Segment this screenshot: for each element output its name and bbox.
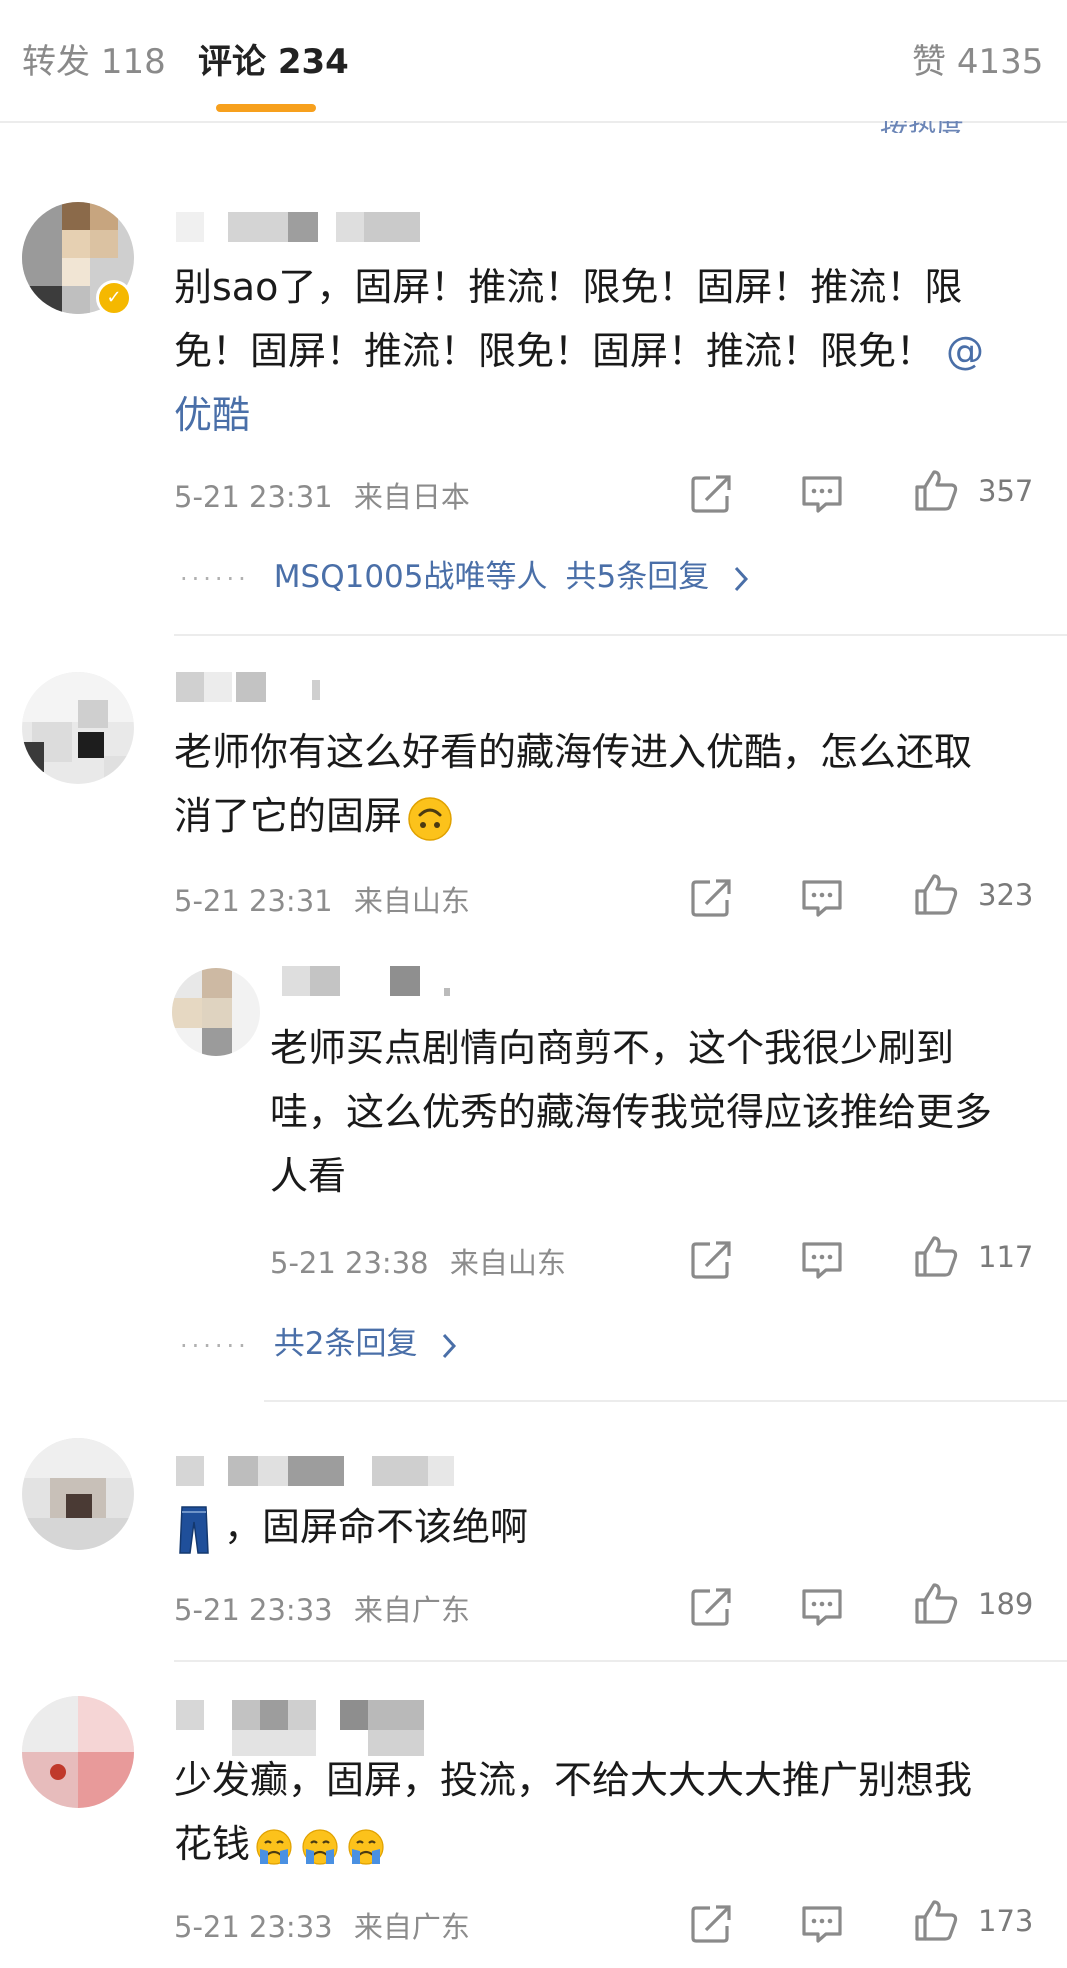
active-tab-indicator [216,104,316,112]
like-icon[interactable] [912,468,960,512]
comment-text-main: 别sao了，固屏！推流！限免！固屏！推流！限免！固屏！推流！限免！固屏！推流！限… [174,265,963,373]
comment-text: 别sao了，固屏！推流！限免！固屏！推流！限免！固屏！推流！限免！固屏！推流！限… [174,255,1004,447]
avatar[interactable] [172,968,260,1056]
share-icon[interactable] [688,1585,736,1629]
timestamp: 5-21 23:38 [270,1246,429,1280]
like-count: 357 [978,474,1034,508]
timestamp: 5-21 23:31 [174,480,333,514]
share-icon[interactable] [688,1238,736,1282]
avatar[interactable] [22,1438,134,1550]
tab-reposts-count: 118 [100,42,166,82]
upside-down-face-icon [408,796,452,841]
replies-preview-users: MSQ1005战唯等人 [273,559,548,595]
location: 来自广东 [353,1593,470,1627]
chevron-right-icon [731,564,751,594]
like-count: 323 [978,878,1034,912]
divider [174,634,1067,636]
comment-text-main: 老师买点剧情向商剪不，这个我很少刷到哇，这么优秀的藏海传我觉得应该推给更多人看 [270,1026,993,1198]
like-icon[interactable] [912,1581,960,1625]
like-icon[interactable] [912,1898,960,1942]
share-icon[interactable] [688,876,736,920]
dots-decoration: ······ [180,565,250,593]
verified-badge-icon: ✓ [96,280,132,316]
divider [264,1400,1067,1402]
comment-icon[interactable] [798,1585,846,1629]
dots-decoration: ······ [180,1332,250,1360]
divider [174,1660,1067,1662]
like-count: 173 [978,1904,1034,1938]
crying-face-icon [348,1828,384,1865]
chevron-right-icon [439,1331,459,1361]
tab-bar: 转发 118 评论 234 赞 4135 [0,0,1067,123]
tab-likes-count: 4135 [956,42,1044,82]
crying-face-icon [256,1828,292,1865]
location: 来自日本 [353,480,470,514]
like-icon[interactable] [912,1234,960,1278]
comment-text: 少发癫，固屏，投流，不给大大大大推广别想我花钱 [174,1748,1004,1876]
tab-reposts[interactable]: 转发 118 [22,34,166,83]
comment-meta: 5-21 23:31 来自日本 [174,474,470,516]
avatar[interactable] [22,1696,134,1808]
comment-icon[interactable] [798,1902,846,1946]
like-icon[interactable] [912,872,960,916]
tab-comments-count: 234 [277,42,349,82]
tab-likes[interactable]: 赞 4135 [912,34,1043,83]
crying-face-icon [302,1828,338,1865]
sort-label: 按热度 [880,121,964,133]
replies-preview-link[interactable]: ······ MSQ1005战唯等人 共5条回复 [180,551,751,596]
location: 来自山东 [353,884,470,918]
tab-comments-label: 评论 [198,42,266,82]
share-icon[interactable] [688,1902,736,1946]
comment-meta: 5-21 23:33 来自广东 [174,1587,470,1629]
tab-likes-label: 赞 [912,42,946,82]
location: 来自广东 [353,1910,470,1944]
jeans-icon [179,1505,209,1554]
comment-meta: 5-21 23:38 来自山东 [270,1240,566,1282]
replies-total: 共5条回复 [565,559,710,595]
comment-icon[interactable] [798,876,846,920]
timestamp: 5-21 23:33 [174,1593,333,1627]
replies-preview-link[interactable]: ······ 共2条回复 [180,1318,459,1363]
comment-text-main: ，固屏命不该绝啊 [224,1505,529,1549]
comment-text: 老师你有这么好看的藏海传进入优酷，怎么还取消了它的固屏 [174,720,1004,848]
timestamp: 5-21 23:33 [174,1910,333,1944]
like-count: 189 [978,1587,1034,1621]
comment-text-main: 老师你有这么好看的藏海传进入优酷，怎么还取消了它的固屏 [174,730,973,838]
comment-icon[interactable] [798,1238,846,1282]
comment-text: 老师买点剧情向商剪不，这个我很少刷到哇，这么优秀的藏海传我觉得应该推给更多人看 [270,1016,1020,1208]
tab-comments[interactable]: 评论 234 [198,34,349,83]
avatar[interactable] [22,672,134,784]
replies-total: 共2条回复 [273,1326,418,1362]
comment-icon[interactable] [798,472,846,516]
tab-reposts-label: 转发 [22,42,90,82]
comment-meta: 5-21 23:33 来自广东 [174,1904,470,1946]
like-count: 117 [978,1240,1034,1274]
comment-meta: 5-21 23:31 来自山东 [174,878,470,920]
location: 来自山东 [449,1246,566,1280]
sort-by-hot-button[interactable]: 按热度 [880,121,964,133]
share-icon[interactable] [688,472,736,516]
timestamp: 5-21 23:31 [174,884,333,918]
comment-text: ，固屏命不该绝啊 [174,1495,1004,1559]
